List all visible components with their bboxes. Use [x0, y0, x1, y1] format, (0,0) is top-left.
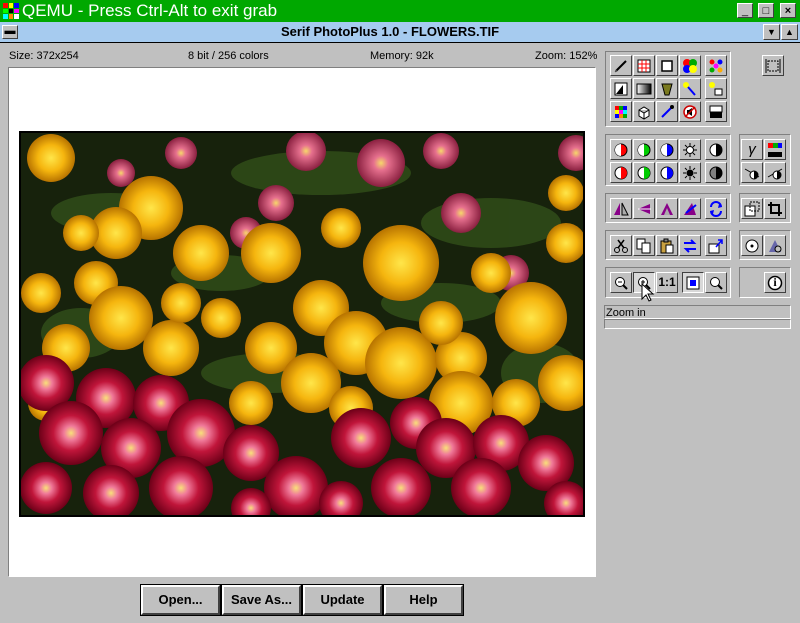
brush-size-icon[interactable] — [610, 78, 632, 99]
brightness-up-icon[interactable] — [679, 139, 701, 160]
app-titlebar: ▬ Serif PhotoPlus 1.0 - FLOWERS.TIF ▼ ▲ — [0, 22, 800, 43]
flowers-image — [21, 133, 583, 515]
resize-icon[interactable] — [741, 198, 763, 219]
flip-horizontal-icon[interactable] — [610, 198, 632, 219]
skew-icon[interactable] — [679, 198, 701, 219]
flip-vertical-icon[interactable] — [633, 198, 655, 219]
color-wheel-icon[interactable] — [679, 55, 701, 76]
help-button[interactable]: Help — [383, 584, 464, 616]
cube-icon[interactable] — [633, 101, 655, 122]
cut-icon[interactable] — [610, 235, 632, 256]
no-sound-icon[interactable] — [679, 101, 701, 122]
info-icon[interactable]: i — [764, 272, 786, 293]
color-balance-icon[interactable] — [764, 139, 786, 160]
mosaic-icon[interactable] — [610, 101, 632, 122]
status-text: Zoom in — [604, 305, 791, 319]
smudge-icon[interactable] — [679, 78, 701, 99]
brightness-down-icon[interactable] — [679, 162, 701, 183]
reverse-icon[interactable] — [705, 198, 727, 219]
magnifier-icon[interactable] — [705, 272, 727, 293]
select-frame-icon[interactable] — [762, 55, 784, 76]
grid-icon[interactable] — [633, 55, 655, 76]
qemu-app-icon — [3, 3, 19, 19]
contrast-up-icon[interactable] — [705, 139, 727, 160]
copy-icon[interactable] — [633, 235, 655, 256]
gradient-icon[interactable] — [633, 78, 655, 99]
mouse-cursor-icon — [641, 283, 655, 302]
rotate-icon[interactable] — [656, 198, 678, 219]
update-button[interactable]: Update — [302, 584, 383, 616]
status-progress — [604, 319, 791, 329]
scroll-up-icon[interactable]: ▲ — [781, 24, 798, 40]
qemu-maximize-button[interactable]: □ — [758, 3, 774, 18]
paste-icon[interactable] — [656, 235, 678, 256]
memory-label: Memory: 92k — [370, 50, 434, 62]
red-channel-icon[interactable] — [610, 139, 632, 160]
crop-icon[interactable] — [764, 198, 786, 219]
save-as-button[interactable]: Save As... — [221, 584, 302, 616]
blue-channel-icon[interactable] — [656, 139, 678, 160]
gamma-icon[interactable]: γ — [741, 139, 763, 160]
qemu-title: QEMU - Press Ctrl-Alt to exit grab — [22, 1, 278, 20]
fit-window-icon[interactable] — [682, 272, 704, 293]
actual-size-icon[interactable]: 1:1 — [656, 272, 678, 293]
green-channel-icon[interactable] — [633, 139, 655, 160]
green-channel-down-icon[interactable] — [633, 162, 655, 183]
fg-bg-color-icon[interactable] — [705, 101, 727, 122]
flowers-photo[interactable] — [19, 131, 585, 517]
image-size-label: Size: 372x254 — [9, 50, 79, 62]
effects-icon[interactable] — [764, 235, 786, 256]
zoom-label: Zoom: 152% — [535, 50, 598, 62]
palette-icon[interactable] — [705, 55, 727, 76]
qemu-close-button[interactable]: × — [780, 3, 796, 18]
open-button[interactable]: Open... — [140, 584, 221, 616]
export-icon[interactable] — [705, 235, 727, 256]
scroll-down-icon[interactable]: ▼ — [763, 24, 780, 40]
zoom-out-icon[interactable] — [610, 272, 632, 293]
app-title: Serif PhotoPlus 1.0 - FLOWERS.TIF — [280, 24, 500, 39]
curves-icon[interactable] — [764, 162, 786, 183]
contrast-down-icon[interactable] — [705, 162, 727, 183]
swap-icon[interactable] — [679, 235, 701, 256]
blue-channel-down-icon[interactable] — [656, 162, 678, 183]
clone-icon[interactable] — [705, 78, 727, 99]
qemu-minimize-button[interactable]: _ — [737, 3, 753, 18]
red-channel-down-icon[interactable] — [610, 162, 632, 183]
qemu-titlebar: QEMU - Press Ctrl-Alt to exit grab _ □ × — [0, 0, 800, 22]
eyedropper-icon[interactable] — [656, 101, 678, 122]
color-depth-label: 8 bit / 256 colors — [188, 50, 269, 62]
levels-icon[interactable] — [741, 162, 763, 183]
fill-icon[interactable] — [656, 78, 678, 99]
compass-icon[interactable] — [741, 235, 763, 256]
rectangle-icon[interactable] — [656, 55, 678, 76]
pencil-icon[interactable] — [610, 55, 632, 76]
